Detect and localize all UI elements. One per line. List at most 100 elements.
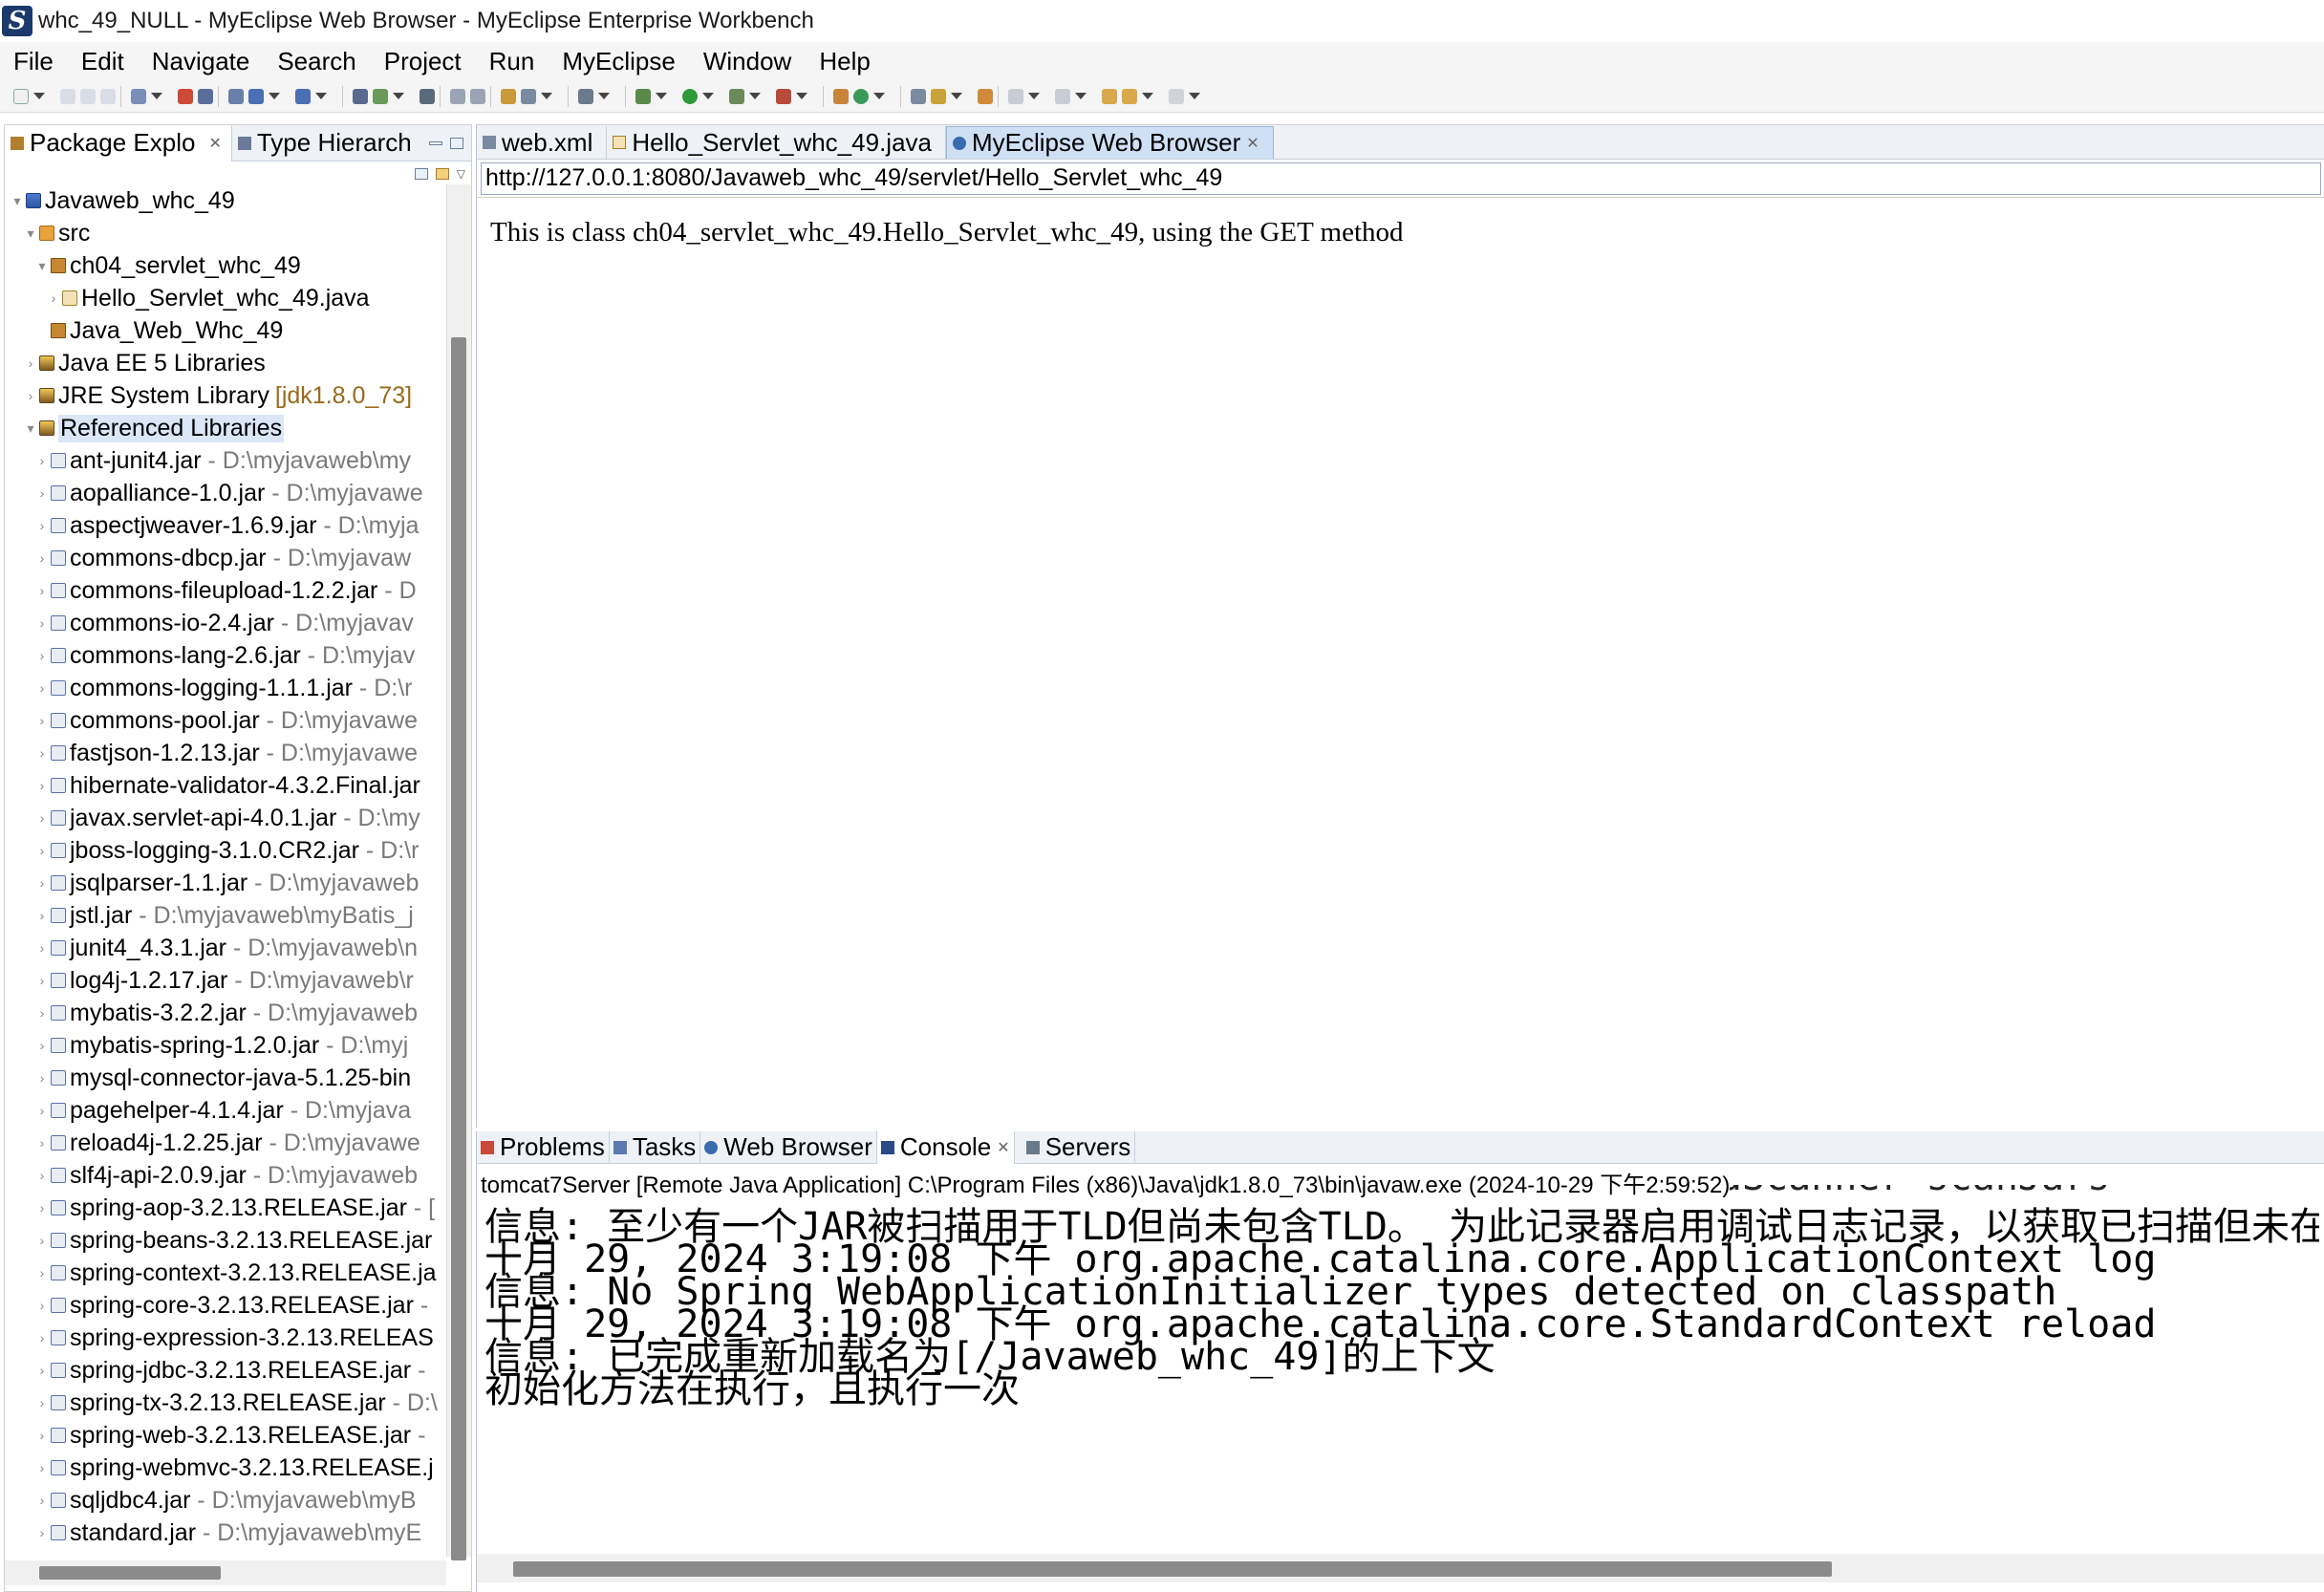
tree-item-src[interactable]: ▾ src: [26, 217, 90, 249]
close-icon[interactable]: ✕: [208, 134, 221, 153]
chevron-down-icon[interactable]: [951, 93, 962, 99]
tab-tasks[interactable]: Tasks: [610, 1130, 701, 1164]
tree-item-jar[interactable]: › sqljdbc4.jar - D:\myjavaweb\myB: [37, 1484, 417, 1517]
chevron-down-icon[interactable]: [393, 93, 404, 99]
expand-toggle-icon[interactable]: ›: [37, 453, 47, 468]
tree-item-package[interactable]: Java_Web_Whc_49: [37, 314, 283, 347]
globe-icon[interactable]: [420, 88, 435, 104]
expand-toggle-icon[interactable]: ›: [37, 908, 47, 923]
tree-item-jar[interactable]: › ant-junit4.jar - D:\myjavaweb\my: [37, 444, 411, 477]
link-icon[interactable]: [450, 88, 465, 104]
chevron-down-icon[interactable]: [1189, 93, 1200, 99]
tree-item-jar[interactable]: › mysql-connector-java-5.1.25-bin: [37, 1062, 411, 1094]
expand-toggle-icon[interactable]: ›: [37, 713, 47, 728]
tree-item-jar[interactable]: › spring-expression-3.2.13.RELEAS: [37, 1322, 434, 1354]
tree-item-jar[interactable]: › junit4_4.3.1.jar - D:\myjavaweb\n: [37, 932, 418, 964]
tab-servers[interactable]: Servers: [1015, 1130, 1136, 1164]
view-menu-icon[interactable]: ▽: [457, 167, 465, 181]
maximize-icon[interactable]: [450, 137, 463, 149]
expand-toggle-icon[interactable]: ›: [37, 875, 47, 891]
chevron-down-icon[interactable]: [873, 93, 885, 99]
tab-web-xml[interactable]: web.xml: [477, 126, 608, 159]
expand-toggle-icon[interactable]: ›: [26, 388, 35, 403]
tree-item-library[interactable]: › JRE System Library [jdk1.8.0_73]: [26, 379, 412, 412]
forward-icon[interactable]: [1169, 88, 1184, 104]
tree-item-jar[interactable]: › commons-lang-2.6.jar - D:\myjav: [37, 639, 416, 672]
last-edit-icon[interactable]: [1122, 88, 1137, 104]
expand-toggle-icon[interactable]: ›: [37, 550, 47, 566]
deploy-icon[interactable]: [198, 88, 213, 104]
expand-toggle-icon[interactable]: ›: [37, 1363, 47, 1378]
tree-item-jar[interactable]: › spring-beans-3.2.13.RELEASE.jar: [37, 1224, 433, 1257]
tab-problems[interactable]: Problems: [477, 1130, 610, 1164]
tree-item-jar[interactable]: › spring-core-3.2.13.RELEASE.jar -: [37, 1289, 429, 1322]
tree-item-jar[interactable]: › commons-logging-1.1.1.jar - D:\r: [37, 672, 413, 704]
expand-toggle-icon[interactable]: ›: [37, 843, 47, 858]
menu-search[interactable]: Search: [277, 47, 355, 76]
tree-item-jar[interactable]: › jsqlparser-1.1.jar - D:\myjavaweb: [37, 867, 420, 899]
tab-hello-servlet-java[interactable]: Hello_Servlet_whc_49.java: [607, 126, 946, 159]
menu-run[interactable]: Run: [489, 47, 535, 76]
expand-toggle-icon[interactable]: ›: [37, 1265, 47, 1280]
team-icon[interactable]: [353, 88, 368, 104]
expand-toggle-icon[interactable]: ›: [26, 355, 35, 371]
expand-toggle-icon[interactable]: ›: [37, 1428, 47, 1443]
next-annotation-icon[interactable]: [1008, 88, 1023, 104]
expand-toggle-icon[interactable]: ›: [37, 1298, 47, 1313]
tree-item-jar[interactable]: › aopalliance-1.0.jar - D:\myjavawe: [37, 477, 423, 509]
tree-item-jar[interactable]: › spring-tx-3.2.13.RELEASE.jar - D:\: [37, 1387, 438, 1419]
tree-item-jar[interactable]: › mybatis-spring-1.2.0.jar - D:\myj: [37, 1029, 409, 1062]
debug-run-icon[interactable]: [635, 88, 651, 104]
expand-toggle-icon[interactable]: ›: [37, 680, 47, 696]
collapse-all-icon[interactable]: [414, 168, 428, 180]
tree-item-jar[interactable]: › commons-pool.jar - D:\myjavawe: [37, 704, 418, 737]
tree-item-jar[interactable]: › commons-io-2.4.jar - D:\myjavav: [37, 607, 414, 639]
url-input[interactable]: [481, 161, 2321, 195]
profile-icon[interactable]: [729, 88, 744, 104]
external-tools-icon[interactable]: [776, 88, 791, 104]
chevron-down-icon[interactable]: [749, 93, 761, 99]
tree-item-jar[interactable]: › pagehelper-4.1.4.jar - D:\myjava: [37, 1094, 411, 1127]
tree-item-library[interactable]: › Java EE 5 Libraries: [26, 347, 266, 379]
expand-toggle-icon[interactable]: ›: [37, 940, 47, 956]
expand-toggle-icon[interactable]: ›: [37, 745, 47, 761]
tree-item-jar[interactable]: › spring-jdbc-3.2.13.RELEASE.jar -: [37, 1354, 426, 1387]
new-class-icon[interactable]: [853, 88, 869, 104]
horizontal-scrollbar[interactable]: [477, 1554, 2324, 1582]
tree-item-jar[interactable]: › spring-context-3.2.13.RELEASE.ja: [37, 1257, 437, 1289]
expand-toggle-icon[interactable]: ›: [37, 518, 47, 533]
tab-console[interactable]: Console ✕: [876, 1130, 1015, 1164]
expand-toggle-icon[interactable]: ›: [37, 1525, 47, 1540]
expand-toggle-icon[interactable]: ▾: [26, 226, 35, 242]
debug-icon[interactable]: [373, 88, 388, 104]
menu-help[interactable]: Help: [819, 47, 870, 76]
tree-item-jar[interactable]: › mybatis-3.2.2.jar - D:\myjavaweb: [37, 997, 418, 1029]
tab-package-explorer[interactable]: Package Explo ✕: [5, 124, 232, 161]
tree-item-jar[interactable]: › spring-webmvc-3.2.13.RELEASE.j: [37, 1452, 434, 1484]
chevron-down-icon[interactable]: [151, 93, 162, 99]
new-package-icon[interactable]: [833, 88, 849, 104]
tree-item-jar[interactable]: › reload4j-1.2.25.jar - D:\myjavawe: [37, 1127, 420, 1159]
tree-item-library[interactable]: ▾ Referenced Libraries: [26, 412, 285, 444]
expand-toggle-icon[interactable]: ›: [37, 1330, 47, 1345]
close-icon[interactable]: ✕: [997, 1138, 1009, 1157]
link-with-editor-icon[interactable]: [435, 168, 449, 180]
chevron-down-icon[interactable]: [315, 93, 327, 99]
annotation-icon[interactable]: [978, 88, 993, 104]
expand-toggle-icon[interactable]: ›: [49, 290, 58, 306]
back-icon[interactable]: [1102, 88, 1117, 104]
expand-toggle-icon[interactable]: ›: [37, 648, 47, 663]
tab-myeclipse-web-browser[interactable]: MyEclipse Web Browser ✕: [945, 126, 1274, 159]
expand-toggle-icon[interactable]: ›: [37, 778, 47, 793]
new-icon[interactable]: [13, 88, 29, 104]
chevron-down-icon[interactable]: [541, 93, 552, 99]
tree-item-jar[interactable]: › slf4j-api-2.0.9.jar - D:\myjavaweb: [37, 1159, 418, 1192]
tree-item-jar[interactable]: › jstl.jar - D:\myjavaweb\myBatis_j: [37, 899, 414, 932]
server-icon[interactable]: [228, 88, 244, 104]
chevron-down-icon[interactable]: [1075, 93, 1087, 99]
build-icon[interactable]: [178, 88, 193, 104]
chevron-down-icon[interactable]: [656, 93, 667, 99]
expand-toggle-icon[interactable]: ›: [37, 583, 47, 598]
chevron-down-icon[interactable]: [598, 93, 610, 99]
new-project-icon[interactable]: [131, 88, 146, 104]
